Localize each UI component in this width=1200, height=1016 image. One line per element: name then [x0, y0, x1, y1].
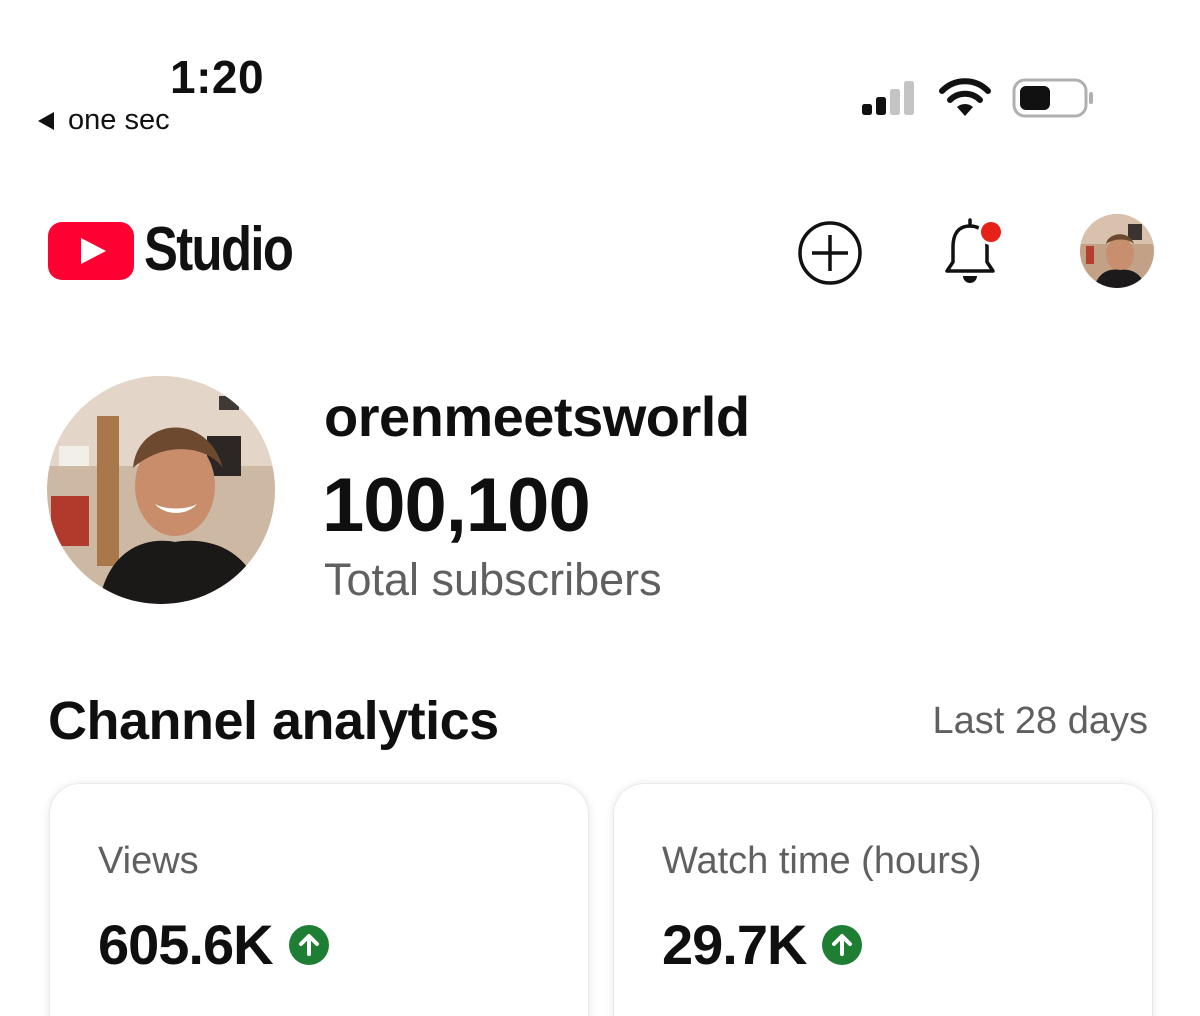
cellular-signal-icon [862, 81, 914, 115]
wifi-icon [939, 78, 991, 116]
back-app-label: one sec [68, 104, 170, 136]
watch-time-card[interactable]: Watch time (hours) 29.7K [614, 784, 1152, 1016]
studio-logo-text: Studio [144, 215, 294, 284]
notification-dot [981, 222, 1001, 242]
subscriber-label: Total subscribers [324, 554, 662, 605]
watch-time-label: Watch time (hours) [662, 840, 982, 882]
youtube-logo-icon[interactable] [48, 222, 134, 280]
back-triangle-icon [38, 111, 54, 130]
subscriber-count: 100,100 [322, 463, 591, 548]
analytics-period: Last 28 days [932, 700, 1148, 742]
channel-name: orenmeetsworld [324, 385, 750, 448]
channel-avatar[interactable] [47, 376, 275, 604]
create-plus-icon[interactable] [797, 220, 863, 286]
trend-up-icon [288, 924, 329, 965]
analytics-heading: Channel analytics [48, 691, 499, 751]
status-time: 1:20 [170, 51, 265, 103]
views-value: 605.6K [98, 913, 274, 976]
views-label: Views [98, 840, 199, 882]
trend-up-icon [822, 924, 863, 965]
battery-icon [1012, 78, 1093, 118]
account-avatar[interactable] [1080, 214, 1154, 288]
back-to-app-button[interactable]: one sec [38, 104, 170, 137]
views-card[interactable]: Views 605.6K [50, 784, 588, 1016]
notifications-bell-icon[interactable] [940, 214, 1006, 286]
watch-time-value: 29.7K [662, 913, 807, 976]
studio-dashboard: 1:20 one sec Studio orenmeetsworld 100,1… [0, 0, 1200, 1016]
